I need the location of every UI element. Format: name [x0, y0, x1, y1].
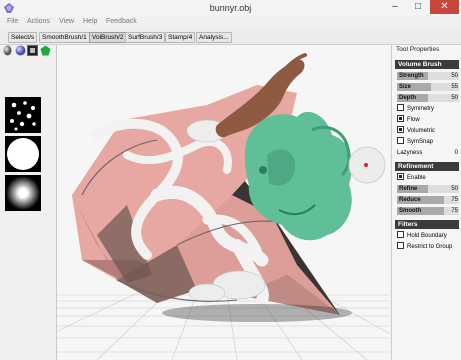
checkbox-box [397, 231, 404, 238]
checkbox-box [397, 115, 404, 122]
menu-file[interactable]: File [7, 18, 18, 25]
brush-palette [0, 45, 57, 360]
slider-label: Strength [399, 73, 424, 79]
checkbox-box [397, 242, 404, 249]
lazyness-field[interactable]: Lazyness 0 [397, 149, 459, 157]
slider-label: Size [399, 84, 412, 90]
sphere-icon[interactable] [15, 45, 26, 56]
close-button[interactable]: ✕ [430, 0, 459, 14]
menu-actions[interactable]: Actions [27, 18, 50, 25]
analysis-button[interactable]: Analysis... [196, 32, 232, 43]
checkbox-box [397, 126, 404, 133]
smooth-slider[interactable]: Smooth 75 [397, 207, 459, 215]
checkbox-box [397, 173, 404, 180]
menu-bar: File Actions View Help Feedback [0, 17, 461, 28]
slider-value: 75 [451, 208, 458, 214]
slider-value: 50 [451, 95, 458, 101]
vol-brush-button[interactable]: VolBrush/2 [89, 32, 127, 43]
hold-boundary-checkbox[interactable]: Hold Boundary [397, 231, 447, 240]
menu-view[interactable]: View [59, 18, 74, 25]
checkbox-label: Volumetric [407, 128, 436, 135]
menu-help[interactable]: Help [83, 18, 97, 25]
toolbar: Select/s SmoothBrush/1 VolBrush/2 SurfBr… [0, 29, 461, 45]
symsnap-checkbox[interactable]: SymSnap [397, 137, 434, 146]
slider-value: 55 [451, 84, 458, 90]
section-volume-brush[interactable]: Volume Brush [395, 60, 459, 69]
sculpt-scene[interactable] [57, 45, 390, 360]
checkbox-label: Flow [407, 117, 420, 124]
symmetry-checkbox[interactable]: Symmetry [397, 104, 434, 113]
checkbox-label: SymSnap [407, 139, 434, 146]
3d-viewport[interactable] [57, 45, 390, 360]
slider-label: Refine [399, 186, 418, 192]
slider-value: 75 [451, 197, 458, 203]
sphere-icon[interactable] [2, 45, 13, 56]
checkbox-label: Restrict to Group [407, 244, 453, 251]
slider-value: 50 [451, 73, 458, 79]
surf-brush-button[interactable]: SurfBrush/3 [125, 32, 166, 43]
slider-label: Reduce [399, 197, 421, 203]
section-refinement[interactable]: Refinement [395, 162, 459, 171]
panel-title: Tool Properties [396, 46, 440, 53]
minimize-button[interactable]: – [384, 0, 406, 14]
pentagon-icon[interactable] [40, 45, 51, 56]
checkbox-box [397, 104, 404, 111]
alpha-soft-falloff[interactable] [5, 175, 41, 211]
slider-label: Smooth [399, 208, 422, 214]
alpha-dots[interactable] [5, 97, 41, 133]
checkbox-label: Hold Boundary [407, 233, 447, 240]
stamp-button[interactable]: Stamp/4 [165, 32, 196, 43]
title-bar: bunnyr.obj – □ ✕ [0, 0, 461, 17]
slider-label: Depth [399, 95, 416, 101]
size-slider[interactable]: Size 55 [397, 83, 459, 91]
slider-value: 50 [451, 186, 458, 192]
square-icon[interactable] [27, 45, 38, 56]
select-tool-button[interactable]: Select/s [8, 32, 38, 43]
smooth-brush-button[interactable]: SmoothBrush/1 [39, 32, 90, 43]
checkbox-label: Enable [407, 175, 426, 182]
maximize-button[interactable]: □ [407, 0, 429, 14]
lazyness-value: 0 [454, 150, 458, 156]
alpha-disc[interactable] [5, 136, 41, 172]
menu-feedback[interactable]: Feedback [106, 18, 137, 25]
enable-checkbox[interactable]: Enable [397, 173, 426, 182]
depth-slider[interactable]: Depth 50 [397, 94, 459, 102]
strength-slider[interactable]: Strength 50 [397, 72, 459, 80]
checkbox-box [397, 137, 404, 144]
restrict-to-group-checkbox[interactable]: Restrict to Group [397, 242, 453, 251]
checkbox-label: Symmetry [407, 106, 434, 113]
tool-properties-panel: Tool Properties Volume Brush Strength 50… [391, 45, 461, 360]
section-filters[interactable]: Filters [395, 220, 459, 229]
lazyness-label: Lazyness [397, 150, 423, 156]
refine-slider[interactable]: Refine 50 [397, 185, 459, 193]
flow-checkbox[interactable]: Flow [397, 115, 420, 124]
reduce-slider[interactable]: Reduce 75 [397, 196, 459, 204]
volumetric-checkbox[interactable]: Volumetric [397, 126, 436, 135]
